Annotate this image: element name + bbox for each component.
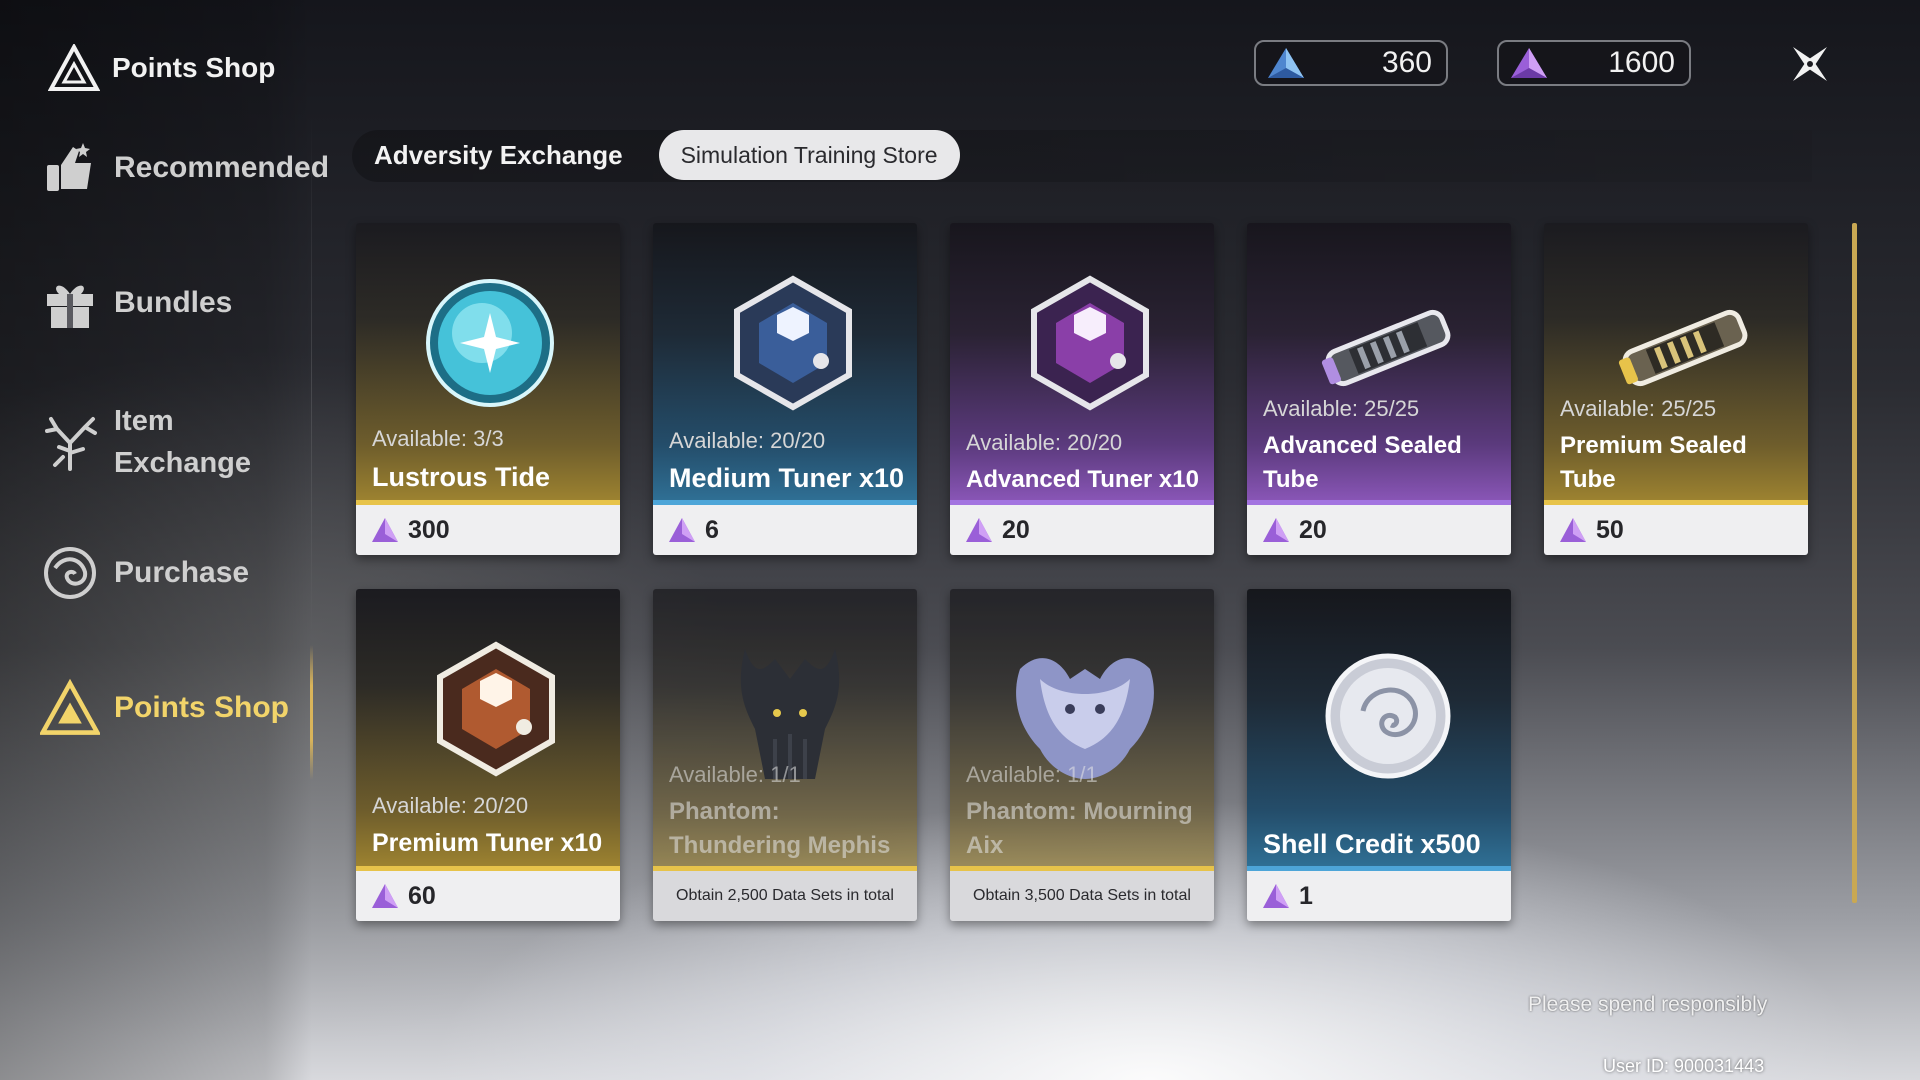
currency-adversity: 360: [1254, 40, 1448, 86]
sidebar-item-recommended[interactable]: Recommended: [40, 138, 329, 198]
unlock-requirement: Obtain 2,500 Data Sets in total: [653, 871, 917, 921]
item-price: 20: [950, 505, 1214, 555]
price-value: 20: [1002, 515, 1030, 544]
tuner-icon: [437, 641, 555, 777]
currency-value: 1600: [1608, 46, 1675, 79]
price-value: 60: [408, 881, 436, 910]
shop-item-card[interactable]: Available: 20/20 Premium Tuner x10 60: [356, 589, 620, 921]
sidebar-item-label: Points Shop: [114, 691, 289, 724]
price-value: 300: [408, 515, 450, 544]
training-points-icon: [1511, 48, 1547, 78]
item-price: 20: [1247, 505, 1511, 555]
availability-text: Available: 1/1: [966, 762, 1098, 787]
price-value: 50: [1596, 515, 1624, 544]
item-name: Advanced Sealed Tube: [1263, 432, 1462, 493]
page-title: Points Shop: [112, 52, 276, 83]
points-shop-logo-icon: [48, 44, 100, 91]
availability-text: Available: 25/25: [1560, 396, 1717, 421]
shop-item-card[interactable]: Available: 20/20 Advanced Tuner x10 20: [950, 223, 1214, 555]
availability-text: Available: 20/20: [966, 430, 1123, 455]
price-value: 20: [1299, 515, 1327, 544]
availability-text: Available: 1/1: [669, 762, 801, 787]
shop-item-card[interactable]: Available: 25/25 Advanced Sealed Tube 20: [1247, 223, 1511, 555]
item-name: Phantom: Mourning Aix: [966, 798, 1193, 859]
training-points-icon: [1263, 518, 1289, 542]
lustrous-tide-icon: [426, 279, 554, 407]
shop-header: Points Shop: [48, 44, 275, 92]
item-price: 60: [356, 871, 620, 921]
coral-icon: [40, 412, 100, 472]
training-points-icon: [966, 518, 992, 542]
shell-credit-icon: [1325, 653, 1451, 779]
spend-responsibly-note: Please spend responsibly: [1528, 993, 1768, 1016]
item-name: Advanced Tuner x10: [966, 466, 1199, 493]
training-points-icon: [372, 518, 398, 542]
item-name: Lustrous Tide: [372, 462, 551, 492]
sidebar-item-label: Recommended: [114, 151, 330, 184]
item-name: Phantom: Thundering Mephis: [669, 798, 891, 859]
tab-simulation-training-store[interactable]: Simulation Training Store: [658, 130, 960, 180]
recommended-icon: [40, 138, 100, 198]
item-price: 50: [1544, 505, 1808, 555]
item-name: Medium Tuner x10: [669, 463, 905, 493]
shop-item-card[interactable]: Available: 1/1 Phantom: Thundering Mephi…: [653, 589, 917, 921]
sealed-tube-icon: [1321, 309, 1451, 387]
tuner-icon: [1031, 275, 1149, 411]
shell-icon: [40, 543, 100, 603]
close-icon[interactable]: [1782, 36, 1838, 92]
sealed-tube-icon: [1618, 309, 1748, 387]
availability-text: Available: 25/25: [1263, 396, 1420, 421]
sidebar-item-bundles[interactable]: Bundles: [40, 273, 232, 333]
item-name: Premium Sealed Tube: [1560, 432, 1747, 493]
shop-item-card[interactable]: Available: 1/1 Phantom: Mourning Aix Obt…: [950, 589, 1214, 921]
price-value: 1: [1299, 881, 1313, 910]
shop-item-card[interactable]: Available: 25/25 Premium Sealed Tube 50: [1544, 223, 1808, 555]
availability-text: Available: 3/3: [372, 426, 504, 451]
currency-value: 360: [1381, 46, 1432, 79]
user-id-label: User ID: 900031443: [1603, 1056, 1765, 1076]
store-tabs: Adversity Exchange Simulation Training S…: [352, 130, 970, 180]
sidebar-item-label: Bundles: [114, 286, 233, 319]
shop-item-card[interactable]: Shell Credit x500 1: [1247, 589, 1511, 921]
sidebar-item-label: Item Exchange: [114, 405, 251, 479]
active-nav-indicator: [310, 645, 313, 780]
sidebar-item-points-shop[interactable]: Points Shop: [40, 678, 289, 738]
item-price: 6: [653, 505, 917, 555]
item-grid: Available: 3/3 Lustrous Tide 300 Availab…: [356, 223, 1816, 923]
gift-icon: [40, 273, 100, 333]
sidebar-item-purchase[interactable]: Purchase: [40, 543, 249, 603]
sidebar-item-label: Purchase: [114, 556, 250, 589]
availability-text: Available: 20/20: [669, 428, 826, 453]
tab-adversity-exchange[interactable]: Adversity Exchange: [352, 130, 645, 180]
item-price: 1: [1247, 871, 1511, 921]
training-points-icon: [1263, 884, 1289, 908]
shop-item-card[interactable]: Available: 3/3 Lustrous Tide 300: [356, 223, 620, 555]
currency-training: 1600: [1497, 40, 1691, 86]
item-name: Premium Tuner x10: [372, 829, 603, 857]
tuner-icon: [734, 275, 852, 411]
adversity-points-icon: [1268, 48, 1304, 78]
shop-item-card[interactable]: Available: 20/20 Medium Tuner x10 6: [653, 223, 917, 555]
triangle-icon: [40, 678, 100, 738]
item-price: 300: [356, 505, 620, 555]
training-points-icon: [372, 884, 398, 908]
sidebar-item-item-exchange[interactable]: Item Exchange: [40, 400, 251, 484]
unlock-requirement: Obtain 3,500 Data Sets in total: [950, 871, 1214, 921]
scrollbar[interactable]: [1852, 223, 1857, 903]
training-points-icon: [669, 518, 695, 542]
training-points-icon: [1560, 518, 1586, 542]
availability-text: Available: 20/20: [372, 793, 529, 818]
price-value: 6: [705, 515, 719, 544]
item-name: Shell Credit x500: [1263, 829, 1481, 859]
